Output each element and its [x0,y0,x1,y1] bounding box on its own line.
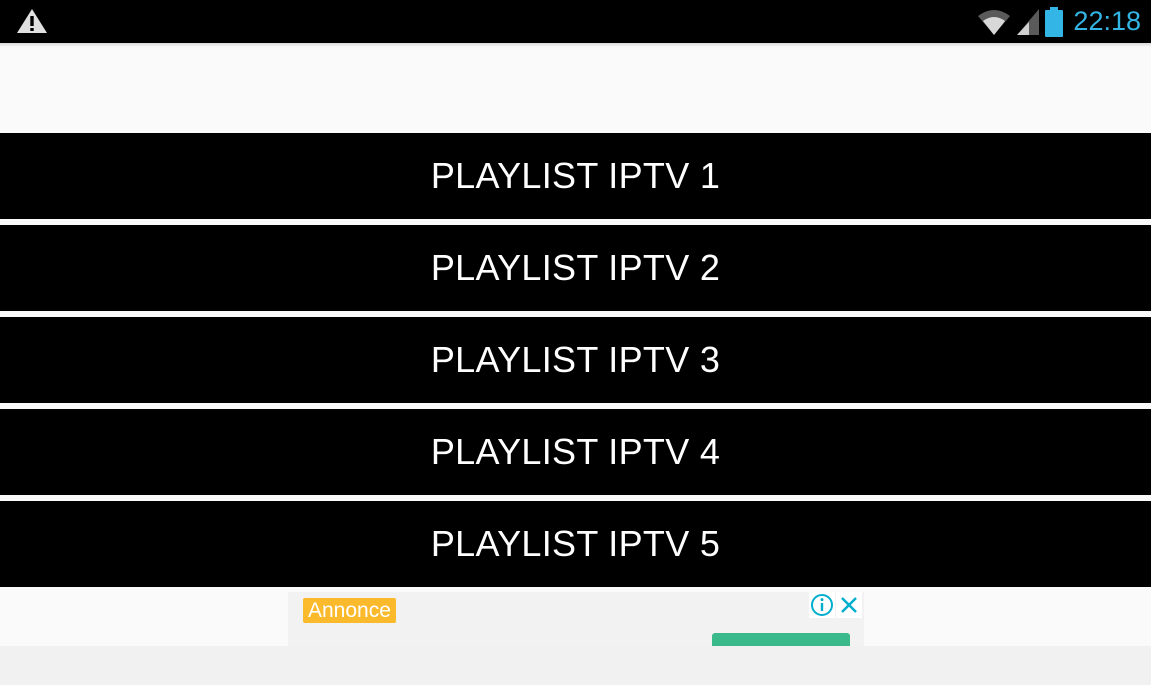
playlist-button-1[interactable]: PLAYLIST IPTV 1 [0,133,1151,219]
playlist-list: PLAYLIST IPTV 1 PLAYLIST IPTV 2 PLAYLIST… [0,133,1151,593]
navigation-bar [0,646,1151,685]
ad-banner[interactable]: Annonce [288,592,864,646]
playlist-button-5[interactable]: PLAYLIST IPTV 5 [0,501,1151,587]
playlist-button-2[interactable]: PLAYLIST IPTV 2 [0,225,1151,311]
playlist-button-3[interactable]: PLAYLIST IPTV 3 [0,317,1151,403]
wifi-icon [978,9,1011,35]
close-icon[interactable] [836,592,862,618]
action-bar-shadow [0,43,1151,47]
playlist-button-4[interactable]: PLAYLIST IPTV 4 [0,409,1151,495]
status-bar: 22:18 [0,0,1151,43]
status-icons: 22:18 [977,0,1141,43]
clock-time: 22:18 [1073,6,1141,36]
warning-icon [17,9,47,33]
ad-cta-button[interactable] [712,633,850,646]
battery-icon [1045,6,1064,37]
ad-badge: Annonce [303,598,396,623]
info-icon[interactable] [809,592,835,618]
signal-icon [1017,8,1040,35]
